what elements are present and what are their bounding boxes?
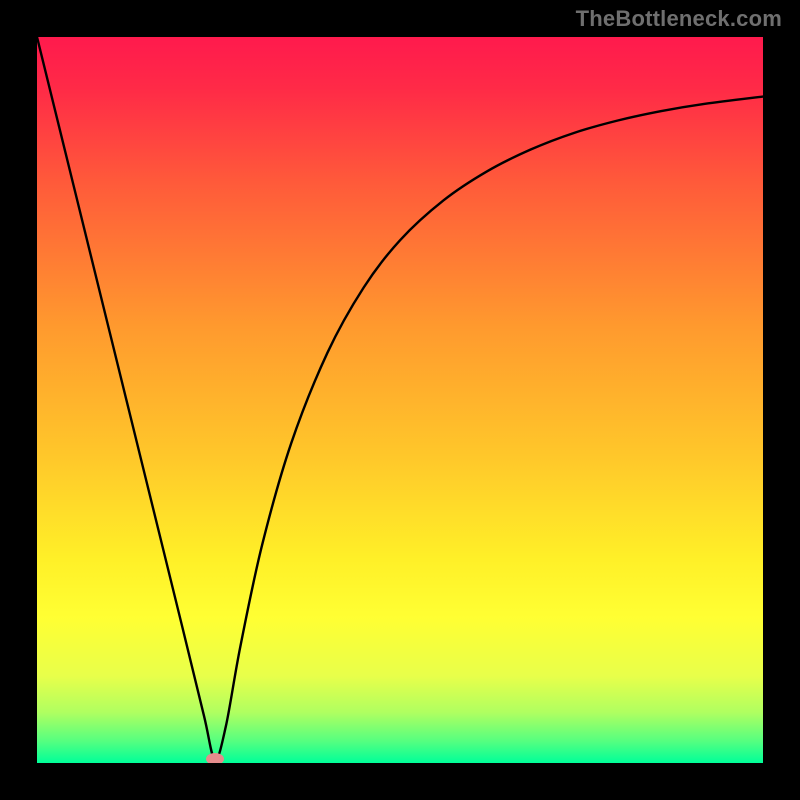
chart-container: TheBottleneck.com [0, 0, 800, 800]
bottleneck-curve [37, 37, 763, 763]
watermark-text: TheBottleneck.com [576, 6, 782, 32]
minimum-marker [206, 753, 224, 763]
plot-area [37, 37, 763, 763]
